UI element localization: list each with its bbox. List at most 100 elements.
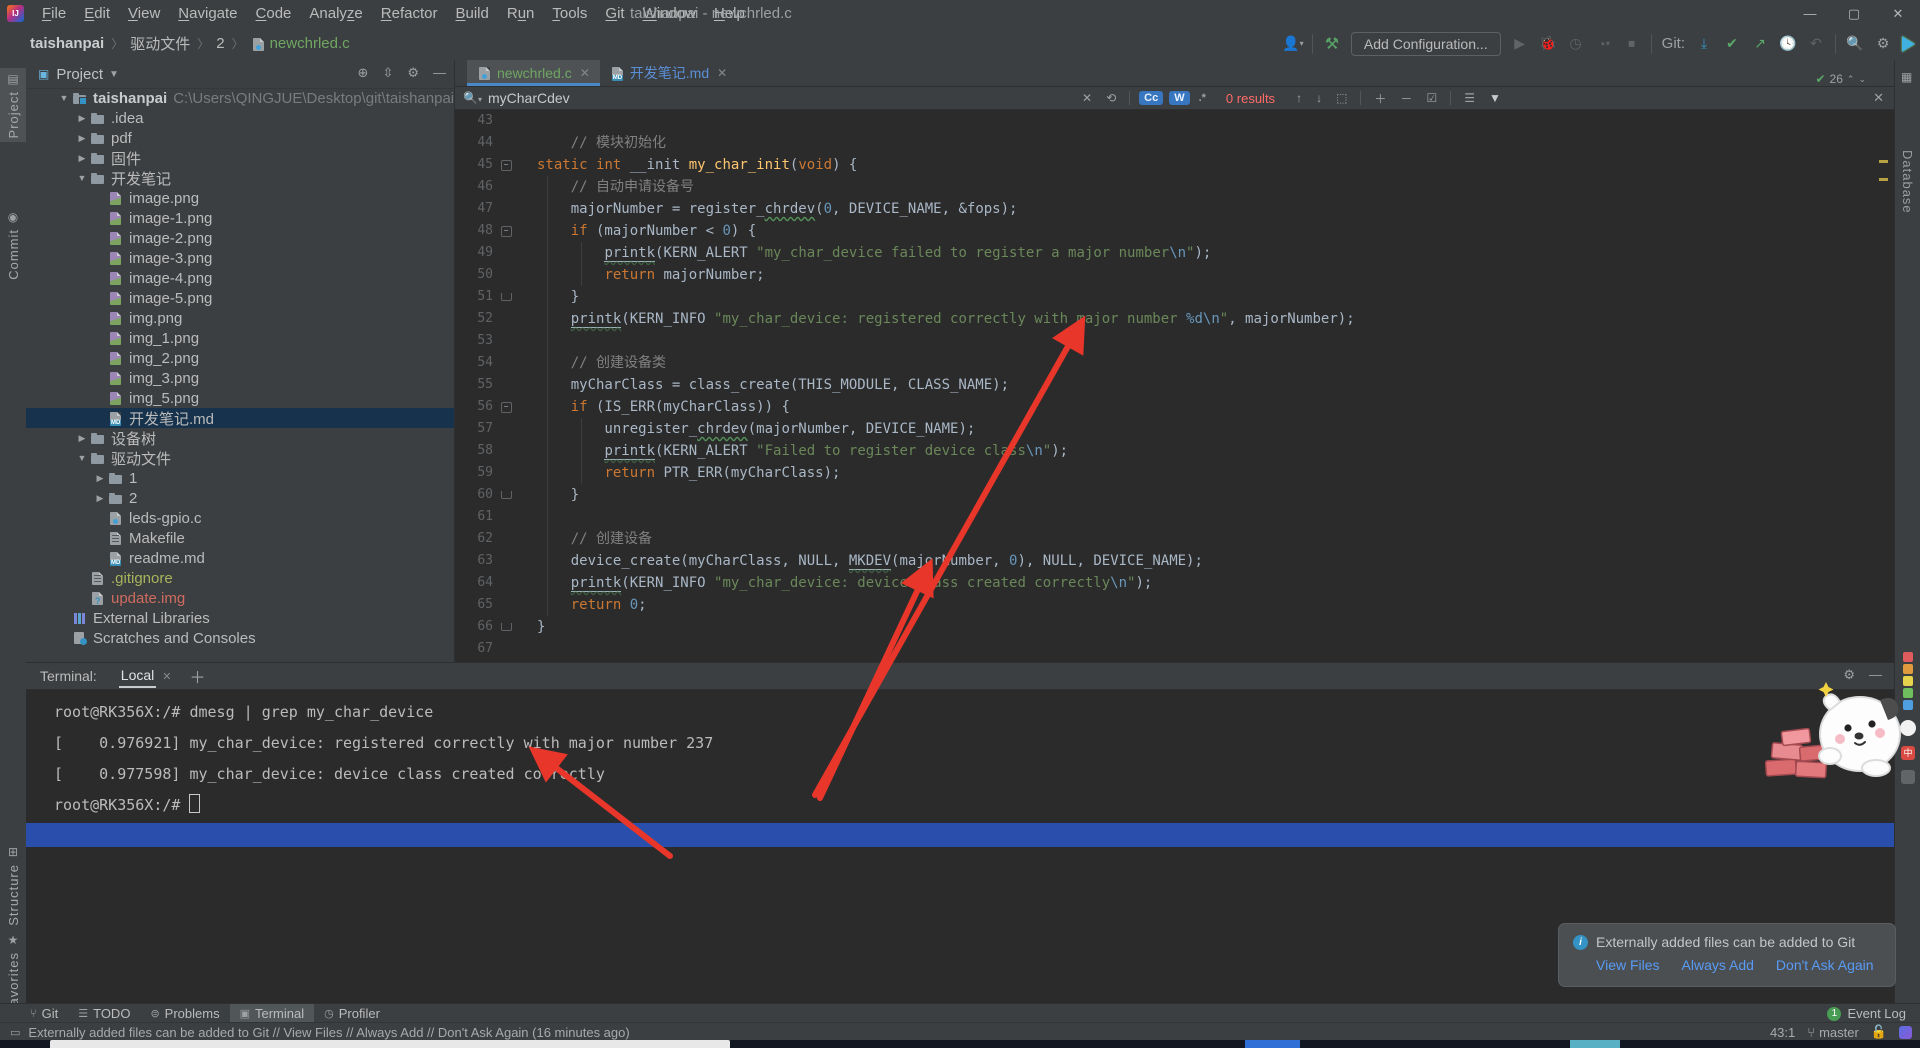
menu-tools[interactable]: Tools: [543, 0, 596, 27]
code-line[interactable]: 57 unregister_chrdev(majorNumber, DEVICE…: [455, 418, 1894, 440]
code-line[interactable]: 63 device_create(myCharClass, NULL, MKDE…: [455, 550, 1894, 572]
plugin-tab-color-block[interactable]: [1903, 652, 1913, 662]
search-input[interactable]: myCharCdev: [488, 90, 570, 106]
code-line[interactable]: 44 // 模块初始化: [455, 132, 1894, 154]
plugin-shield-icon[interactable]: [1899, 1026, 1912, 1039]
regex-toggle[interactable]: .*: [1199, 92, 1206, 104]
remove-selection-icon[interactable]: －: [1400, 90, 1412, 107]
code-line[interactable]: 45−static int __init my_char_init(void) …: [455, 154, 1894, 176]
fold-gutter[interactable]: [493, 286, 519, 308]
editor-tab-newchrled.c[interactable]: newchrled.c✕: [467, 60, 600, 86]
tree-item[interactable]: ▼taishanpaiC:\Users\QINGJUE\Desktop\git\…: [26, 88, 454, 108]
coverage-icon[interactable]: ◔▾: [1595, 35, 1613, 53]
code-line[interactable]: 65 return 0;: [455, 594, 1894, 616]
menu-git[interactable]: Git: [596, 0, 633, 27]
match-case-toggle[interactable]: Cc: [1139, 91, 1163, 105]
tree-item[interactable]: leds-gpio.c: [26, 508, 454, 528]
tree-collapsed-arrow[interactable]: ▶: [92, 473, 108, 484]
tree-item[interactable]: ▶1: [26, 468, 454, 488]
close-tab-icon[interactable]: ✕: [580, 66, 590, 80]
close-terminal-tab-icon[interactable]: ✕: [162, 670, 171, 683]
code-line[interactable]: 47 majorNumber = register_chrdev(0, DEVI…: [455, 198, 1894, 220]
inspection-widget[interactable]: ✔ 26 ⌃ ⌄: [1815, 72, 1866, 86]
close-tab-icon[interactable]: ✕: [717, 66, 727, 80]
tool-button-terminal[interactable]: ▣Terminal: [230, 1004, 315, 1023]
tree-item[interactable]: readme.md: [26, 548, 454, 568]
screenshot-grid-icon[interactable]: ▦: [1901, 70, 1912, 84]
tree-item[interactable]: image-1.png: [26, 208, 454, 228]
menu-code[interactable]: Code: [247, 0, 301, 27]
fold-end-icon[interactable]: [501, 491, 512, 499]
tree-item[interactable]: img_5.png: [26, 388, 454, 408]
tree-item[interactable]: ▶.idea: [26, 108, 454, 128]
code-line[interactable]: 56− if (IS_ERR(myCharClass)) {: [455, 396, 1894, 418]
previous-occurrence-icon[interactable]: ↑: [1296, 91, 1302, 105]
tree-collapsed-arrow[interactable]: ▶: [74, 113, 90, 124]
menu-build[interactable]: Build: [446, 0, 497, 27]
fold-end-icon[interactable]: [501, 623, 512, 631]
settings-gear-icon[interactable]: ⚙: [1874, 35, 1892, 53]
tool-button-todo[interactable]: ☰TODO: [68, 1004, 140, 1023]
tree-item[interactable]: img_1.png: [26, 328, 454, 348]
menu-run[interactable]: Run: [498, 0, 544, 27]
close-find-bar-icon[interactable]: ✕: [1873, 90, 1884, 106]
tree-item[interactable]: ▶设备树: [26, 428, 454, 448]
user-account-icon[interactable]: 👤▾: [1284, 35, 1302, 53]
next-occurrence-icon[interactable]: ↓: [1316, 91, 1322, 105]
tool-button-git[interactable]: ⑂Git: [20, 1004, 68, 1023]
git-branch-widget[interactable]: ⑂ master: [1807, 1025, 1859, 1040]
locate-file-icon[interactable]: ⊕: [358, 65, 369, 81]
tree-item[interactable]: ▶2: [26, 488, 454, 508]
fold-collapse-icon[interactable]: −: [501, 160, 512, 171]
tree-item[interactable]: Scratches and Consoles: [26, 628, 454, 648]
close-button[interactable]: ✕: [1876, 0, 1920, 27]
terminal-tab-local[interactable]: Local: [119, 665, 156, 688]
words-toggle[interactable]: W: [1169, 91, 1189, 105]
code-line[interactable]: 67: [455, 638, 1894, 660]
debug-bug-icon[interactable]: 🐞: [1539, 35, 1557, 53]
tool-tab-database[interactable]: Database: [1900, 150, 1915, 214]
code-line[interactable]: 49 printk(KERN_ALERT "my_char_device fai…: [455, 242, 1894, 264]
editor-tab-开发笔记.md[interactable]: 开发笔记.md✕: [600, 60, 737, 86]
caret-position[interactable]: 43:1: [1770, 1025, 1795, 1040]
tool-button-profiler[interactable]: ◷Profiler: [314, 1004, 390, 1023]
code-line[interactable]: 64 printk(KERN_INFO "my_char_device: dev…: [455, 572, 1894, 594]
tree-item[interactable]: ▼开发笔记: [26, 168, 454, 188]
new-terminal-icon[interactable]: ＋: [189, 664, 205, 688]
menu-file[interactable]: File: [33, 0, 75, 27]
tree-collapsed-arrow[interactable]: ▶: [92, 493, 108, 504]
terminal-cursor[interactable]: [189, 794, 200, 813]
tree-item[interactable]: 开发笔记.md: [26, 408, 454, 428]
collapse-all-icon[interactable]: ⇳: [382, 65, 393, 81]
code-line[interactable]: 58 printk(KERN_ALERT "Failed to register…: [455, 440, 1894, 462]
search-everywhere-icon[interactable]: 🔍: [1846, 35, 1864, 53]
tree-item[interactable]: ▶固件: [26, 148, 454, 168]
fold-collapse-icon[interactable]: −: [501, 226, 512, 237]
fold-gutter[interactable]: −: [493, 220, 519, 242]
filter-funnel-icon[interactable]: ▼: [1489, 91, 1501, 105]
tree-item[interactable]: External Libraries: [26, 608, 454, 628]
code-line[interactable]: 60 }: [455, 484, 1894, 506]
tree-item[interactable]: image-3.png: [26, 248, 454, 268]
tree-collapsed-arrow[interactable]: ▶: [74, 433, 90, 444]
tree-item[interactable]: img_3.png: [26, 368, 454, 388]
fold-gutter[interactable]: [493, 616, 519, 638]
tool-tab-project[interactable]: ▤ Project: [0, 68, 26, 142]
tree-item[interactable]: ▶pdf: [26, 128, 454, 148]
code-line[interactable]: 59 return PTR_ERR(myCharClass);: [455, 462, 1894, 484]
code-line[interactable]: 51 }: [455, 286, 1894, 308]
tree-expanded-arrow[interactable]: ▼: [74, 173, 90, 183]
breadcrumb-item[interactable]: 驱动文件: [130, 33, 190, 54]
code-line[interactable]: 48− if (majorNumber < 0) {: [455, 220, 1894, 242]
fold-end-icon[interactable]: [501, 293, 512, 301]
add-selection-icon[interactable]: ＋: [1374, 90, 1386, 107]
select-all-occurrences-icon[interactable]: ☑: [1426, 91, 1437, 105]
always-add-link[interactable]: Always Add: [1682, 957, 1754, 973]
tree-collapsed-arrow[interactable]: ▶: [74, 153, 90, 164]
maximize-button[interactable]: ▢: [1832, 0, 1876, 27]
tree-item[interactable]: Makefile: [26, 528, 454, 548]
menu-edit[interactable]: Edit: [75, 0, 119, 27]
add-configuration-button[interactable]: Add Configuration...: [1351, 32, 1501, 56]
run-icon[interactable]: ▶: [1511, 35, 1529, 53]
stop-icon[interactable]: ⏹: [1623, 35, 1641, 53]
